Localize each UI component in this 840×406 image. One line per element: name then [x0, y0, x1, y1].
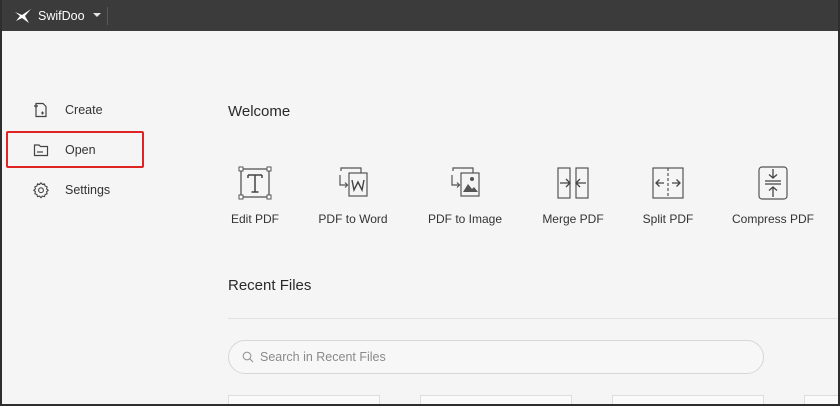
split-pdf-icon [652, 167, 684, 199]
tool-merge-pdf[interactable]: Merge PDF [523, 165, 623, 226]
search-icon [242, 351, 254, 363]
gear-icon [32, 181, 50, 199]
app-window: SwifDoo Create Open Settings Welcome Edi… [0, 0, 840, 406]
sidebar-item-label: Settings [65, 183, 111, 197]
tool-pdf-to-image[interactable]: PDF to Image [415, 165, 515, 226]
welcome-heading: Welcome [228, 103, 291, 120]
tool-compress-pdf[interactable]: Compress PDF [723, 165, 823, 226]
app-name[interactable]: SwifDoo [38, 9, 85, 23]
tool-label: PDF to Image [427, 212, 503, 226]
tool-label: Edit PDF [230, 212, 279, 226]
tool-label: Compress PDF [731, 212, 814, 226]
recent-file-card[interactable] [804, 395, 838, 404]
caret-down-icon[interactable] [93, 13, 101, 17]
title-bar: SwifDoo [2, 0, 838, 31]
sidebar-item-settings[interactable]: Settings [32, 180, 110, 200]
merge-pdf-icon [557, 167, 589, 199]
recent-file-card[interactable] [420, 395, 572, 404]
title-divider [107, 7, 108, 25]
search-input[interactable] [260, 350, 740, 364]
sidebar-item-create[interactable]: Create [32, 100, 103, 120]
pdf-to-word-icon [339, 167, 368, 197]
swift-bird-icon[interactable] [14, 8, 32, 24]
compress-pdf-icon [758, 166, 788, 200]
tool-label: Split PDF [642, 212, 694, 226]
recent-files-heading: Recent Files [228, 277, 312, 294]
recent-file-card[interactable] [228, 395, 380, 404]
tool-label: PDF to Word [318, 212, 388, 226]
sidebar-item-label: Create [65, 103, 103, 117]
recent-file-card[interactable] [612, 395, 764, 404]
tool-pdf-to-word[interactable]: PDF to Word [303, 165, 403, 226]
recent-files-search[interactable] [228, 340, 764, 374]
create-file-icon [34, 102, 47, 118]
pdf-to-image-icon [451, 167, 480, 197]
divider [228, 318, 838, 319]
edit-text-icon [238, 166, 272, 200]
tool-label: Merge PDF [542, 212, 604, 226]
tool-edit-pdf[interactable]: Edit PDF [205, 165, 305, 226]
highlight-annotation-box [6, 131, 144, 168]
tool-split-pdf[interactable]: Split PDF [618, 165, 718, 226]
